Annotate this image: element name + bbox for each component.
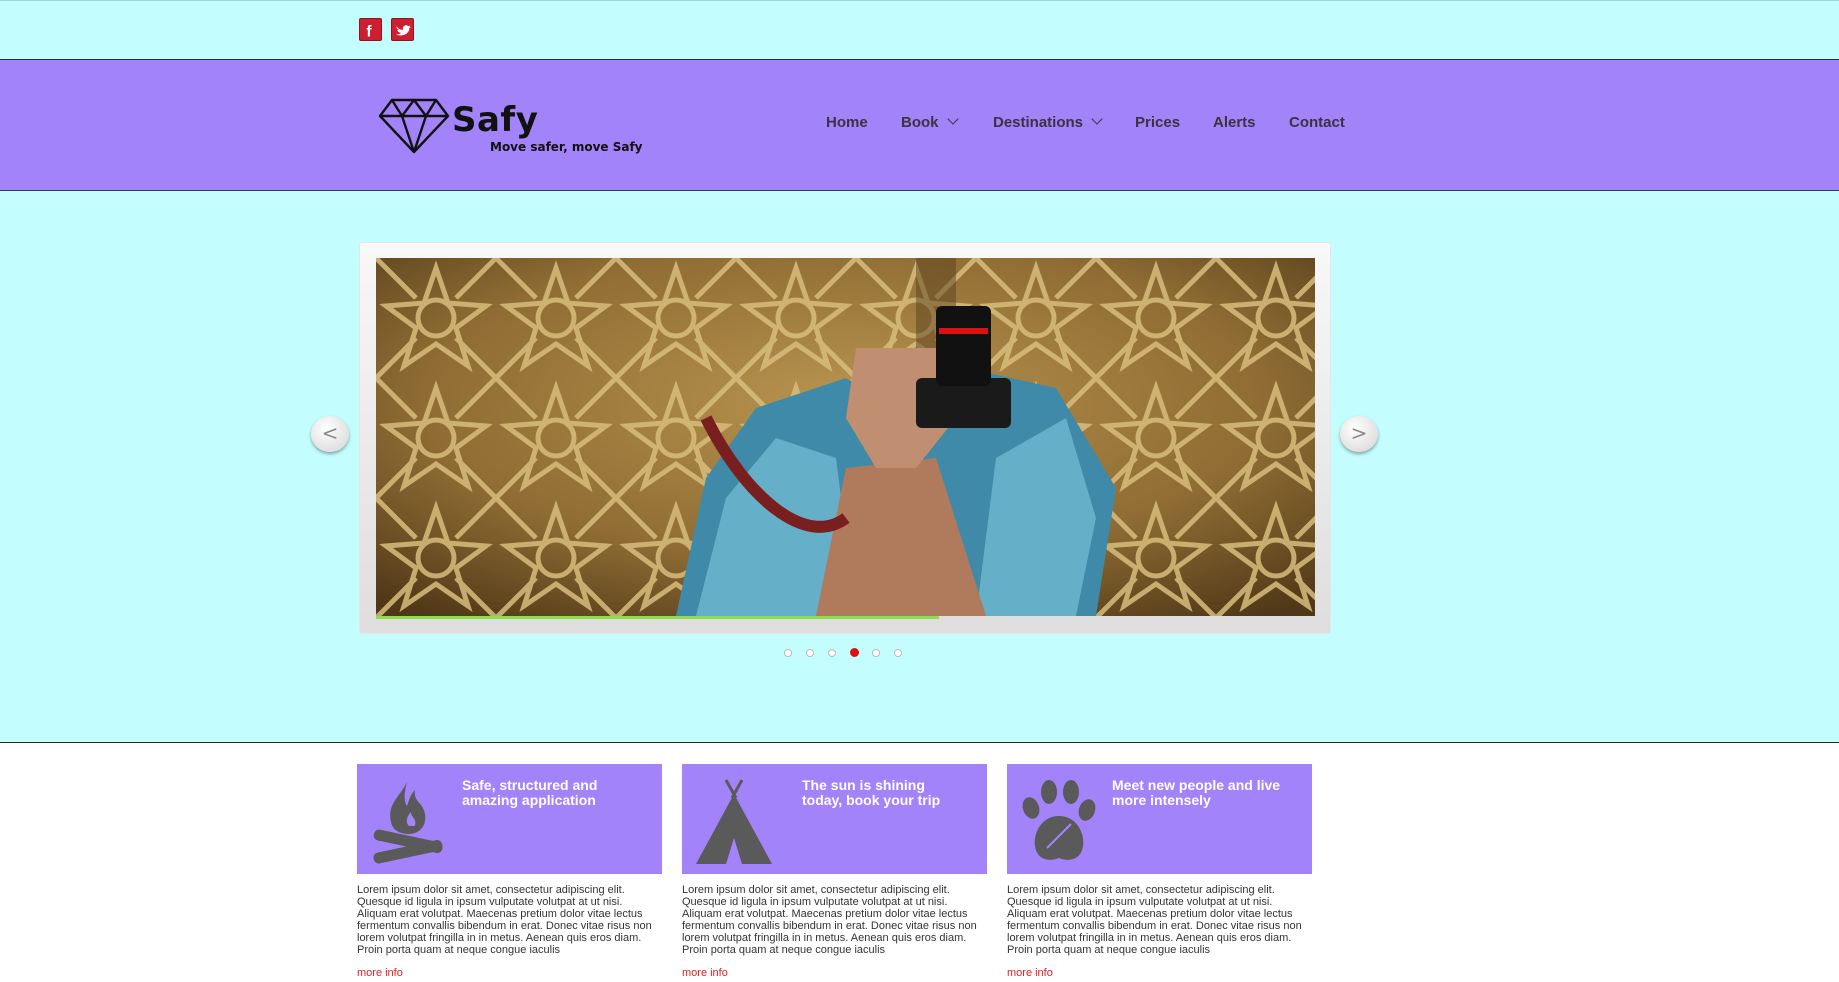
feature-card-2: The sun is shining today, book your trip… [682, 764, 987, 981]
feature-header: Meet new people and live more intensely [1007, 764, 1312, 874]
slider-frame [359, 242, 1331, 634]
slider-dot-5[interactable] [872, 649, 880, 657]
logo[interactable]: Safy Move safer, move Safy [378, 96, 642, 156]
chevron-down-icon [946, 113, 959, 125]
nav-prices-label: Prices [1135, 114, 1181, 131]
campfire-icon [373, 782, 443, 864]
slider-dot-2[interactable] [806, 649, 814, 657]
feature-header: Safe, structured and amazing application [357, 764, 662, 874]
logo-tagline: Move safer, move Safy [490, 140, 643, 154]
more-info-link[interactable]: more info [357, 967, 403, 979]
facebook-icon[interactable]: f [359, 18, 382, 41]
feature-title: Safe, structured and amazing application [462, 777, 598, 808]
social-bar: f [0, 0, 1839, 60]
nav-destinations-label: Destinations [993, 114, 1084, 131]
feature-card-3: Meet new people and live more intensely … [1007, 764, 1312, 981]
slider-dot-3[interactable] [828, 649, 836, 657]
diamond-logo-icon [378, 98, 450, 154]
tent-icon [696, 779, 772, 864]
nav-home[interactable]: Home [826, 114, 868, 131]
nav-book-label: Book [901, 114, 939, 131]
feature-title: The sun is shining today, book your trip [802, 777, 941, 808]
slider-dot-1[interactable] [784, 649, 792, 657]
feature-card-1: Safe, structured and amazing application… [357, 764, 662, 981]
chevron-down-icon [1091, 113, 1103, 125]
feature-header: The sun is shining today, book your trip [682, 764, 987, 874]
slider-dot-4[interactable] [850, 648, 859, 657]
svg-text:f: f [366, 23, 372, 40]
slider-dot-6[interactable] [894, 649, 902, 657]
slide-progress-bar [376, 616, 939, 619]
more-info-link[interactable]: more info [682, 967, 728, 979]
twitter-icon[interactable] [391, 18, 414, 41]
site-header: Safy Move safer, move Safy Home Book Des… [0, 60, 1839, 191]
nav-alerts-label: Alerts [1213, 114, 1256, 131]
nav-alerts[interactable]: Alerts [1213, 114, 1256, 131]
nav-prices[interactable]: Prices [1135, 114, 1180, 131]
slider-prev-button[interactable]: < [311, 416, 349, 452]
nav-contact[interactable]: Contact [1289, 114, 1345, 131]
more-info-link[interactable]: more info [1007, 967, 1053, 979]
feature-text: Lorem ipsum dolor sit amet, consectetur … [682, 884, 977, 956]
paw-print-icon [1022, 780, 1096, 860]
feature-text: Lorem ipsum dolor sit amet, consectetur … [1007, 884, 1302, 956]
slide-image [376, 258, 1315, 616]
nav-home-label: Home [826, 114, 868, 131]
feature-text: Lorem ipsum dolor sit amet, consectetur … [357, 884, 652, 956]
nav-destinations[interactable]: Destinations [993, 113, 1103, 131]
feature-title: Meet new people and live more intensely [1112, 777, 1281, 808]
nav-contact-label: Contact [1289, 114, 1345, 131]
slider-next-button[interactable]: > [1340, 416, 1378, 452]
logo-name: Safy [452, 100, 539, 140]
nav-book[interactable]: Book [901, 113, 959, 131]
hero-section: < > [0, 191, 1839, 743]
